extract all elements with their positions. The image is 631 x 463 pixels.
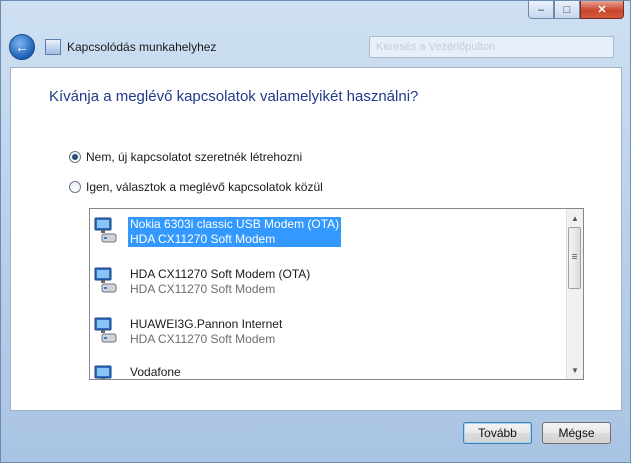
close-button[interactable]: ✕ <box>580 1 624 19</box>
back-button[interactable]: ← <box>9 34 35 60</box>
device-name: HDA CX11270 Soft Modem <box>130 332 276 346</box>
connections-list[interactable]: Nokia 6303i classic USB Modem (OTA) HDA … <box>89 208 584 380</box>
scroll-down-arrow-icon[interactable]: ▼ <box>567 362 583 378</box>
item-text: HUAWEI3G.Pannon Internet HDA CX11270 Sof… <box>128 317 284 347</box>
connection-name: Vodafone <box>130 365 181 379</box>
grip-icon <box>572 254 577 255</box>
radio-selected-dot <box>72 154 78 160</box>
cancel-button[interactable]: Mégse <box>542 422 611 444</box>
device-name: HDA CX11270 Soft Modem <box>130 282 276 296</box>
item-text: Vodafone <box>128 365 183 379</box>
network-connection-icon <box>45 39 61 55</box>
page-title: Kívánja a meglévő kapcsolatok valamelyik… <box>49 88 419 105</box>
option-new-connection[interactable]: Nem, új kapcsolatot szeretnék létrehozni <box>69 150 302 164</box>
list-item[interactable]: HDA CX11270 Soft Modem (OTA) HDA CX11270… <box>90 263 565 301</box>
minimize-button[interactable]: – <box>528 1 554 19</box>
radio-button[interactable] <box>69 151 81 163</box>
radio-button[interactable] <box>69 181 81 193</box>
list-item[interactable]: HUAWEI3G.Pannon Internet HDA CX11270 Sof… <box>90 313 565 351</box>
list-item[interactable]: Vodafone <box>90 361 565 379</box>
scroll-up-arrow-icon[interactable]: ▲ <box>567 210 583 226</box>
connection-name: Nokia 6303i classic USB Modem (OTA) <box>128 217 342 232</box>
caption-buttons: – □ ✕ <box>528 1 624 19</box>
wizard-window: – □ ✕ ← Kapcsolódás munkahelyhez Keresés… <box>0 0 631 463</box>
option-existing-connection[interactable]: Igen, választok a meglévő kapcsolatok kö… <box>69 180 323 194</box>
connection-name: HUAWEI3G.Pannon Internet <box>130 317 283 331</box>
vertical-scrollbar[interactable]: ▲ ▼ <box>566 209 583 379</box>
maximize-button[interactable]: □ <box>554 1 580 19</box>
back-arrow-icon: ← <box>15 39 29 55</box>
connection-name: HDA CX11270 Soft Modem (OTA) <box>130 267 311 281</box>
wizard-content: Kívánja a meglévő kapcsolatok valamelyik… <box>10 67 622 411</box>
list-item[interactable]: Nokia 6303i classic USB Modem (OTA) HDA … <box>90 213 565 251</box>
title-bar: ← Kapcsolódás munkahelyhez Keresés a Vez… <box>9 31 622 63</box>
option-label: Nem, új kapcsolatot szeretnék létrehozni <box>86 150 303 164</box>
option-label: Igen, választok a meglévő kapcsolatok kö… <box>86 180 323 194</box>
modem-icon <box>94 317 117 343</box>
window-title: Kapcsolódás munkahelyhez <box>67 40 217 54</box>
item-text: Nokia 6303i classic USB Modem (OTA) HDA … <box>128 217 342 247</box>
item-text: HDA CX11270 Soft Modem (OTA) HDA CX11270… <box>128 267 312 297</box>
next-button[interactable]: Tovább <box>463 422 532 444</box>
search-input[interactable]: Keresés a Vezérlőpulton <box>369 36 614 58</box>
modem-icon <box>94 217 117 243</box>
scrollbar-thumb[interactable] <box>568 227 581 289</box>
device-name: HDA CX11270 Soft Modem <box>128 232 342 247</box>
modem-icon <box>94 365 112 379</box>
modem-icon <box>94 267 117 293</box>
